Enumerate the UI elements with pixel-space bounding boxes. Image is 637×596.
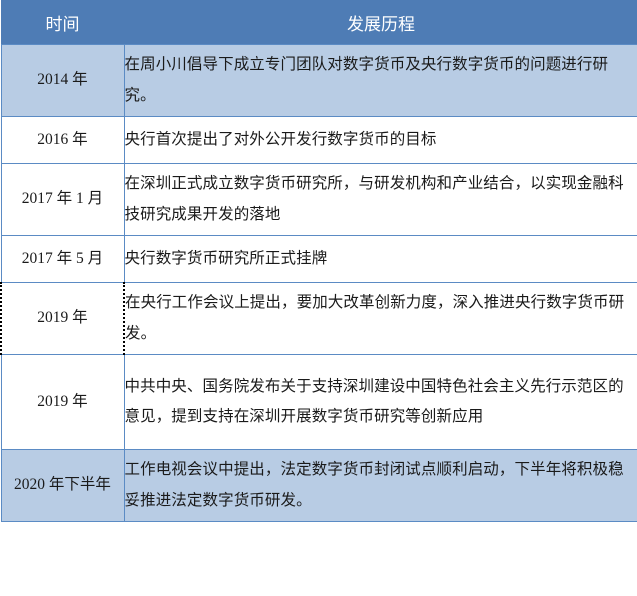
cell-detail: 央行数字货币研究所正式挂牌: [124, 235, 637, 283]
cell-detail-text: 央行首次提出了对外公开发行数字货币的目标: [124, 130, 437, 148]
column-header-time: 时间: [1, 0, 124, 45]
column-header-detail: 发展历程: [124, 0, 637, 45]
cell-time: 2014 年: [0, 44, 125, 117]
cell-detail: 央行首次提出了对外公开发行数字货币的目标: [124, 116, 637, 164]
cell-detail-text: 中共中央、国务院发布关于支持深圳建设中国特色社会主义先行示范区的意见，提到支持在…: [124, 377, 624, 425]
cell-detail-text: 在深圳正式成立数字货币研究所，与研发机构和产业结合，以实现金融科技研究成果开发的…: [124, 175, 624, 223]
cell-time: 2019 年: [0, 354, 125, 450]
cell-detail-text: 工作电视会议中提出，法定数字货币封闭试点顺利启动，下半年将积极稳妥推进法定数字货…: [124, 461, 624, 509]
cell-detail: 中共中央、国务院发布关于支持深圳建设中国特色社会主义先行示范区的意见，提到支持在…: [124, 354, 637, 450]
cell-detail-text: 在央行工作会议上提出，要加大改革创新力度，深入推进央行数字货币研发。: [125, 294, 625, 342]
table-row: 2014 年在周小川倡导下成立专门团队对数字货币及央行数字货币的问题进行研究。: [0, 44, 637, 117]
cell-detail-text: 在周小川倡导下成立专门团队对数字货币及央行数字货币的问题进行研究。: [124, 56, 609, 104]
table-header: 时间 发展历程: [1, 0, 637, 45]
table-row: 2019 年中共中央、国务院发布关于支持深圳建设中国特色社会主义先行示范区的意见…: [0, 354, 637, 450]
table-row: 2019 年在央行工作会议上提出，要加大改革创新力度，深入推进央行数字货币研发。: [0, 282, 637, 355]
table-row: 2017 年 1 月在深圳正式成立数字货币研究所，与研发机构和产业结合，以实现金…: [0, 163, 637, 236]
table-header-row: 时间 发展历程: [1, 0, 637, 45]
cell-detail: 工作电视会议中提出，法定数字货币封闭试点顺利启动，下半年将积极稳妥推进法定数字货…: [124, 449, 637, 522]
cell-detail-text: 央行数字货币研究所正式挂牌: [124, 249, 328, 267]
cell-detail: 在周小川倡导下成立专门团队对数字货币及央行数字货币的问题进行研究。: [124, 44, 637, 117]
cell-time: 2017 年 1 月: [0, 163, 125, 236]
cell-time: 2019 年: [0, 282, 125, 355]
table-row: 2016 年央行首次提出了对外公开发行数字货币的目标: [0, 116, 637, 164]
cell-time: 2020 年下半年: [0, 449, 125, 522]
cell-time: 2016 年: [0, 116, 125, 164]
cell-detail: 在深圳正式成立数字货币研究所，与研发机构和产业结合，以实现金融科技研究成果开发的…: [124, 163, 637, 236]
table-row: 2017 年 5 月央行数字货币研究所正式挂牌: [0, 235, 637, 283]
cell-time: 2017 年 5 月: [0, 235, 125, 283]
table-body: 2014 年在周小川倡导下成立专门团队对数字货币及央行数字货币的问题进行研究。 2…: [0, 44, 637, 522]
development-timeline-table: 时间 发展历程 2014 年在周小川倡导下成立专门团队对数字货币及央行数字货币的…: [0, 0, 637, 522]
table-row: 2020 年下半年 工作电视会议中提出，法定数字货币封闭试点顺利启动，下半年将积极…: [0, 449, 637, 522]
cell-detail: 在央行工作会议上提出，要加大改革创新力度，深入推进央行数字货币研发。: [124, 282, 637, 355]
